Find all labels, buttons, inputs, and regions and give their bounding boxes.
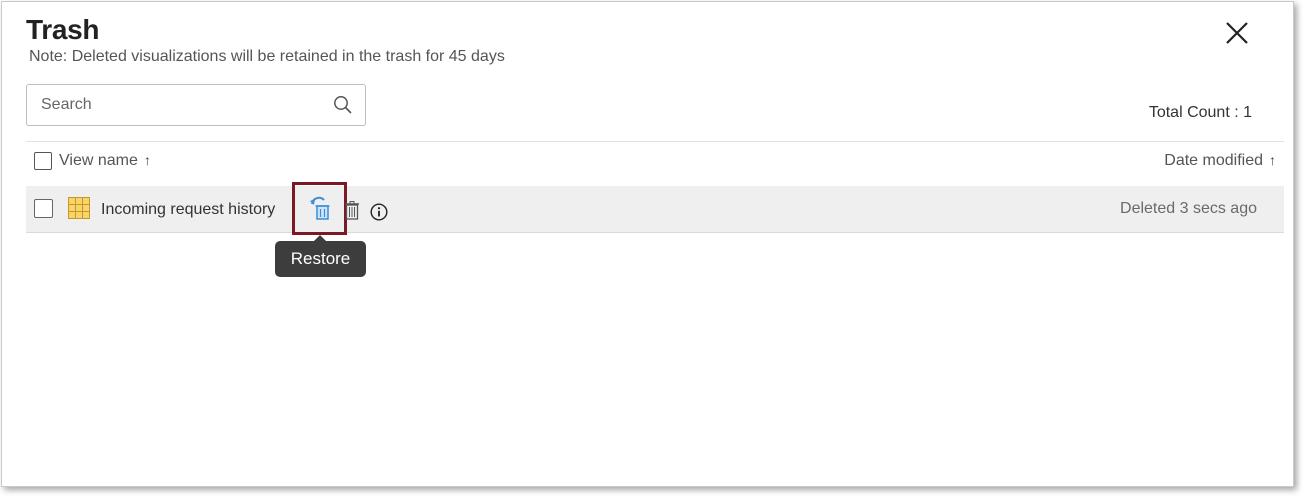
search-input[interactable] [27,85,327,125]
view-name[interactable]: Incoming request history [101,201,275,219]
search-icon[interactable] [333,95,353,115]
total-count: Total Count : 1 [1148,104,1252,121]
delete-icon[interactable] [344,201,360,220]
column-date-modified-label: Date modified [1164,152,1263,169]
search-box [26,84,366,126]
sort-asc-icon[interactable]: ↑ [144,152,151,168]
column-date-modified[interactable]: Date modified ↑ [1164,152,1276,170]
close-icon[interactable] [1222,18,1252,48]
dialog-title: Trash [26,14,100,45]
row-checkbox[interactable] [34,199,53,218]
table-view-icon [68,197,90,219]
trash-dialog: Trash Note: Deleted visualizations will … [1,1,1294,487]
table-row[interactable]: Incoming request history Deleted 3 secs … [26,182,1284,235]
restore-tooltip: Restore [275,235,366,277]
restore-button[interactable] [292,182,347,235]
info-icon[interactable] [370,203,388,221]
column-view-name[interactable]: View name ↑ [59,152,151,170]
retention-note: Note: Deleted visualizations will be ret… [29,48,505,65]
deleted-time: Deleted 3 secs ago [1120,200,1257,217]
select-all-checkbox[interactable] [34,152,52,170]
restore-icon [310,196,330,220]
sort-asc-icon[interactable]: ↑ [1269,152,1276,168]
table-header: View name ↑ Date modified ↑ [26,142,1284,186]
column-view-name-label: View name [59,152,138,169]
